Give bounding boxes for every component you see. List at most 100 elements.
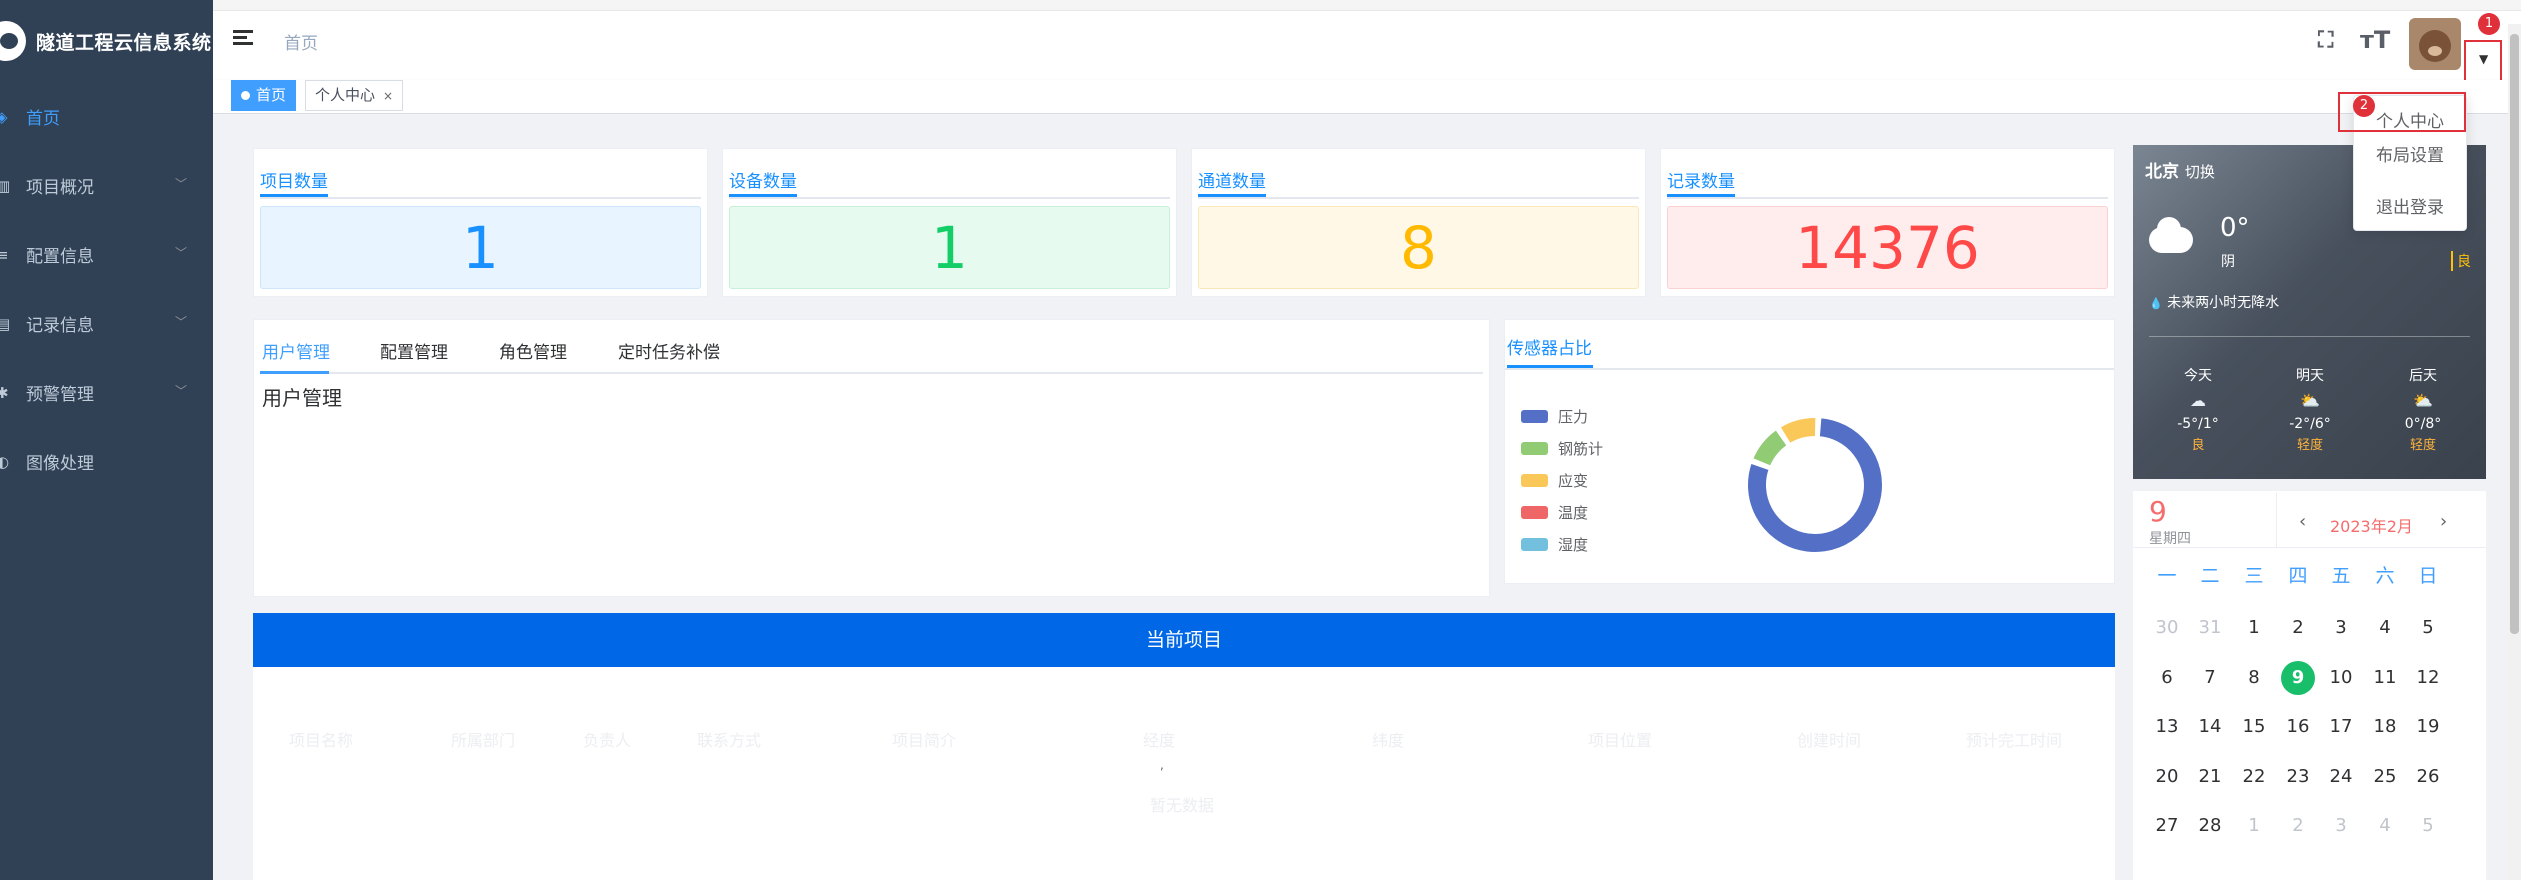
calendar-day-cell[interactable]: 19	[2411, 710, 2445, 744]
tab-scheduled-task[interactable]: 定时任务补偿	[618, 338, 720, 363]
legend-label: 温度	[1558, 504, 1589, 522]
sidebar-item-config[interactable]: ≡ 配置信息 ﹀	[0, 220, 213, 289]
scrollbar-thumb[interactable]	[2510, 34, 2519, 634]
menu-item-logout[interactable]: 退出登录	[2354, 193, 2466, 218]
calendar-day-cell[interactable]: 15	[2237, 710, 2271, 744]
forecast-aqi: 轻度	[2409, 438, 2436, 453]
chevron-down-icon: ﹀	[174, 315, 187, 329]
city-switch-link[interactable]: 切换	[2185, 163, 2215, 181]
calendar-day-cell[interactable]: 14	[2193, 710, 2227, 744]
sensor-donut-chart	[1746, 416, 1884, 554]
legend-item[interactable]: 应变	[1521, 470, 1588, 491]
legend-item[interactable]: 湿度	[1521, 534, 1588, 555]
calendar-day-cell[interactable]: 2	[2281, 809, 2315, 843]
calendar-day-cell[interactable]: 4	[2368, 611, 2402, 645]
sidebar-item-project-overview[interactable]: ▥ 项目概况 ﹀	[0, 151, 213, 220]
calendar-day-cell[interactable]: 2	[2281, 611, 2315, 645]
calendar-day-cell[interactable]: 5	[2411, 809, 2445, 843]
tab-config-management[interactable]: 配置管理	[380, 338, 448, 363]
calendar-day-cell[interactable]: 20	[2150, 760, 2184, 794]
prev-month-icon[interactable]: ‹	[2299, 511, 2306, 532]
forecast-text: 💧 未来两小时无降水	[2149, 292, 2279, 312]
calendar-day-cell[interactable]: 16	[2281, 710, 2315, 744]
calendar-weekday-header: 五	[2331, 565, 2351, 587]
calendar-weekday-header: 三	[2244, 565, 2264, 587]
calendar-day-cell[interactable]: 26	[2411, 760, 2445, 794]
page-scrollbar[interactable]	[2508, 24, 2521, 880]
chart-divider	[1505, 368, 2114, 370]
app-title: 隧道工程云信息系统	[36, 31, 212, 54]
menu-item-layout[interactable]: 布局设置	[2354, 141, 2466, 166]
forecast-range: 0°/8°	[2404, 416, 2442, 432]
avatar[interactable]	[2409, 18, 2461, 70]
calendar-day-cell[interactable]: 9	[2281, 660, 2315, 695]
app-root: 隧道工程云信息系统 ◈ 首页 ▥ 项目概况 ﹀ ≡ 配置信息 ﹀ ▤ 记录信息 …	[0, 0, 2521, 880]
calendar-day-cell[interactable]: 23	[2281, 760, 2315, 794]
user-menu-toggle[interactable]: ▼	[2464, 40, 2502, 82]
calendar-day-cell[interactable]: 10	[2324, 661, 2358, 695]
stat-card-channels: 通道数量 8	[1191, 148, 1646, 297]
calendar-day-cell[interactable]: 17	[2324, 710, 2358, 744]
calendar-day: 9	[2149, 495, 2167, 528]
sidebar-item-alarm[interactable]: ✱ 预警管理 ﹀	[0, 358, 213, 427]
next-month-icon[interactable]: ›	[2440, 511, 2447, 532]
calendar-day-cell[interactable]: 25	[2368, 760, 2402, 794]
table-header-cell: 负责人	[583, 731, 632, 750]
sidebar-item-records[interactable]: ▤ 记录信息 ﹀	[0, 289, 213, 358]
forecast-day-label: 今天	[2184, 368, 2212, 384]
calendar-day-cell[interactable]: 11	[2368, 661, 2402, 695]
calendar-day-cell[interactable]: 18	[2368, 710, 2402, 744]
table-header-cell: 经度	[1143, 731, 1176, 750]
calendar-day-cell[interactable]: 31	[2193, 611, 2227, 645]
legend-item[interactable]: 温度	[1521, 502, 1588, 523]
calendar-day-cell[interactable]: 3	[2324, 611, 2358, 645]
calendar-day-cell[interactable]: 28	[2193, 809, 2227, 843]
calendar-day-cell[interactable]: 1	[2237, 611, 2271, 645]
forecast-day-label: 明天	[2296, 368, 2324, 384]
calendar-day-cell[interactable]: 21	[2193, 760, 2227, 794]
cloud-icon-top	[2157, 217, 2181, 241]
forecast-label: 未来两小时无降水	[2167, 295, 2280, 311]
tab-role-management[interactable]: 角色管理	[499, 338, 567, 363]
table-header-cell: 纬度	[1372, 731, 1405, 750]
tab-user-management[interactable]: 用户管理	[262, 338, 330, 363]
sidebar-item-image[interactable]: ◐ 图像处理	[0, 427, 213, 496]
tag-home[interactable]: 首页	[231, 80, 297, 111]
fullscreen-icon[interactable]: ⛶	[2318, 28, 2333, 53]
raindrop-icon: 💧	[2149, 297, 2163, 310]
calendar-day-cell[interactable]: 30	[2150, 611, 2184, 645]
donut-slice-钢筋计[interactable]	[1751, 428, 1789, 468]
calendar-day-cell[interactable]: 8	[2237, 661, 2271, 695]
close-icon[interactable]: ×	[383, 89, 393, 103]
tag-profile[interactable]: 个人中心 ×	[305, 80, 404, 111]
legend-item[interactable]: 钢筋计	[1521, 438, 1603, 459]
sidebar-logo[interactable]: 隧道工程云信息系统	[0, 0, 213, 82]
calendar-day-cell[interactable]: 24	[2324, 760, 2358, 794]
calendar-day-cell[interactable]: 6	[2150, 661, 2184, 695]
top-strip	[213, 0, 2521, 11]
donut-slice-应变[interactable]	[1778, 416, 1818, 446]
calendar-day-cell[interactable]: 22	[2237, 760, 2271, 794]
breadcrumb[interactable]: 首页	[284, 29, 318, 54]
hamburger-icon[interactable]	[233, 30, 253, 46]
calendar-day-cell[interactable]: 3	[2324, 809, 2358, 843]
calendar-day-cell[interactable]: 27	[2150, 809, 2184, 843]
legend-item[interactable]: 压力	[1521, 406, 1588, 427]
forecast-day: 后天 ⛅ 0°/8° 轻度	[2393, 365, 2453, 453]
tab-divider	[260, 372, 1483, 374]
forecast-aqi: 良	[2191, 438, 2205, 453]
calendar-weekday-header: 六	[2375, 565, 2395, 587]
calendar-day-cell[interactable]: 12	[2411, 661, 2445, 695]
calendar-day-cell[interactable]: 1	[2237, 809, 2271, 843]
sidebar-item-home[interactable]: ◈ 首页	[0, 82, 213, 151]
stat-card-projects: 项目数量 1	[253, 148, 708, 297]
font-size-icon[interactable]: тT	[2360, 26, 2390, 54]
calendar-day-cell[interactable]: 13	[2150, 710, 2184, 744]
calendar-day-cell[interactable]: 7	[2193, 661, 2227, 695]
calendar-day-cell[interactable]: 5	[2411, 611, 2445, 645]
project-icon: ▥	[0, 176, 11, 195]
legend-swatch	[1521, 538, 1548, 551]
stat-value: 8	[1198, 206, 1639, 289]
calendar-day-cell[interactable]: 4	[2368, 809, 2402, 843]
weather-divider	[2149, 336, 2470, 337]
